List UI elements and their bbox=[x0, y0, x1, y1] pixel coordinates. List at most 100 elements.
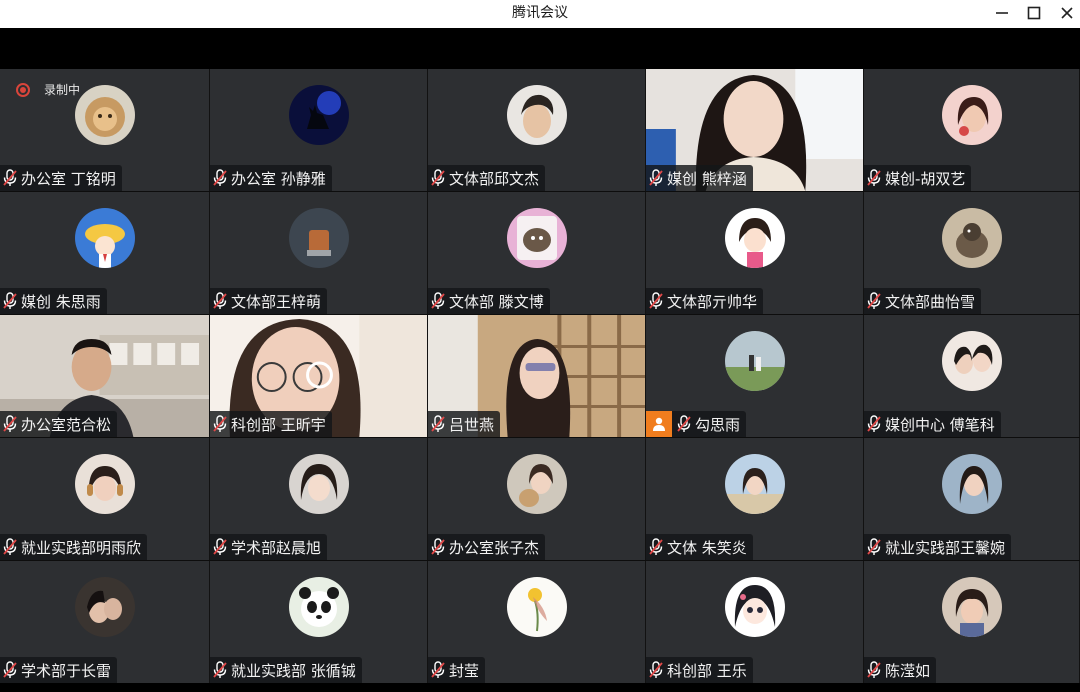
participant-name: 媒创 熊梓涵 bbox=[667, 169, 747, 188]
participant-nametag: 办公室 孙静雅 bbox=[210, 165, 332, 191]
avatar bbox=[74, 85, 135, 145]
mic-muted-icon bbox=[213, 292, 227, 309]
participant-nametag: 就业实践部 张循铖 bbox=[210, 657, 362, 683]
participant-tile[interactable]: 就业实践部 张循铖 bbox=[210, 561, 428, 683]
participant-name: 就业实践部 张循铖 bbox=[231, 661, 356, 680]
close-button[interactable] bbox=[1050, 0, 1080, 26]
participant-tile[interactable]: 吕世燕 bbox=[428, 315, 646, 437]
mic-muted-icon bbox=[3, 169, 17, 186]
participant-nametag: 媒创 朱思雨 bbox=[0, 288, 107, 314]
top-toolbar-area bbox=[0, 28, 1080, 69]
participant-tile[interactable]: 就业实践部明雨欣 bbox=[0, 438, 210, 560]
mic-muted-icon bbox=[867, 661, 881, 678]
participant-nametag: 陈滢如 bbox=[864, 657, 937, 683]
participant-tile[interactable]: 陈滢如 bbox=[864, 561, 1080, 683]
participant-tile[interactable]: 办公室 孙静雅 bbox=[210, 69, 428, 191]
avatar bbox=[724, 208, 785, 268]
mic-muted-icon bbox=[3, 415, 17, 432]
participant-name: 文体部王梓萌 bbox=[231, 292, 322, 311]
participant-tile[interactable]: 科创部 王乐 bbox=[646, 561, 864, 683]
mic-muted-icon bbox=[3, 538, 17, 555]
participant-name: 媒创中心 傅笔科 bbox=[885, 415, 995, 434]
participant-tile[interactable]: 文体部亓帅华 bbox=[646, 192, 864, 314]
mic-muted-icon bbox=[649, 292, 663, 309]
participant-name: 文体 朱笑炎 bbox=[667, 538, 747, 557]
recording-label: 录制中 bbox=[44, 83, 81, 97]
participant-tile[interactable]: 媒创 熊梓涵 bbox=[646, 69, 864, 191]
participant-nametag: 文体部亓帅华 bbox=[646, 288, 764, 314]
participant-nametag: 科创部 王昕宇 bbox=[210, 411, 332, 437]
mic-muted-icon bbox=[431, 415, 445, 432]
participant-name: 办公室范合松 bbox=[21, 415, 112, 434]
avatar bbox=[941, 454, 1002, 514]
participant-nametag: 媒创 熊梓涵 bbox=[646, 165, 753, 191]
participant-name: 文体部 滕文博 bbox=[449, 292, 544, 311]
participant-nametag: 就业实践部明雨欣 bbox=[0, 534, 148, 560]
participant-nametag: 文体部曲怡雪 bbox=[864, 288, 982, 314]
record-icon bbox=[16, 82, 30, 97]
participant-name: 文体部亓帅华 bbox=[667, 292, 758, 311]
participant-nametag: 勾思雨 bbox=[646, 411, 747, 437]
participant-nametag: 媒创中心 傅笔科 bbox=[864, 411, 1001, 437]
mic-muted-icon bbox=[867, 169, 881, 186]
participant-nametag: 吕世燕 bbox=[428, 411, 501, 437]
mic-muted-icon bbox=[649, 661, 663, 678]
avatar bbox=[288, 454, 349, 514]
mic-muted-icon bbox=[649, 538, 663, 555]
participant-nametag: 办公室张子杰 bbox=[428, 534, 546, 560]
participant-tile[interactable]: 媒创 朱思雨 bbox=[0, 192, 210, 314]
participant-name: 学术部于长雷 bbox=[21, 661, 112, 680]
mic-muted-icon bbox=[213, 538, 227, 555]
participant-nametag: 学术部于长雷 bbox=[0, 657, 118, 683]
participant-nametag: 封莹 bbox=[428, 657, 486, 683]
minimize-button[interactable] bbox=[985, 0, 1019, 26]
participant-tile[interactable]: 就业实践部王馨婉 bbox=[864, 438, 1080, 560]
host-user-icon bbox=[646, 411, 672, 437]
participant-tile[interactable]: 文体部王梓萌 bbox=[210, 192, 428, 314]
participant-name: 科创部 王乐 bbox=[667, 661, 747, 680]
participant-tile[interactable]: 媒创中心 傅笔科 bbox=[864, 315, 1080, 437]
bottom-bar bbox=[0, 683, 1080, 692]
avatar bbox=[506, 85, 567, 145]
avatar bbox=[288, 85, 349, 145]
participant-name: 封莹 bbox=[449, 661, 480, 680]
participant-tile[interactable]: 文体部 滕文博 bbox=[428, 192, 646, 314]
participant-name: 办公室张子杰 bbox=[449, 538, 540, 557]
participant-tile[interactable]: 办公室范合松 bbox=[0, 315, 210, 437]
avatar bbox=[506, 577, 567, 637]
avatar bbox=[724, 454, 785, 514]
avatar bbox=[724, 331, 785, 391]
participant-tile[interactable]: 学术部于长雷 bbox=[0, 561, 210, 683]
participant-nametag: 学术部赵晨旭 bbox=[210, 534, 328, 560]
participant-tile[interactable]: 封莹 bbox=[428, 561, 646, 683]
participant-tile[interactable]: 录制中办公室 丁铭明 bbox=[0, 69, 210, 191]
mic-muted-icon bbox=[431, 538, 445, 555]
participant-tile[interactable]: 文体 朱笑炎 bbox=[646, 438, 864, 560]
close-icon bbox=[1061, 7, 1073, 19]
participant-tile[interactable]: 办公室张子杰 bbox=[428, 438, 646, 560]
participant-tile[interactable]: 科创部 王昕宇 bbox=[210, 315, 428, 437]
participant-tile[interactable]: 学术部赵晨旭 bbox=[210, 438, 428, 560]
participant-nametag: 媒创-胡双艺 bbox=[864, 165, 972, 191]
participant-nametag: 办公室 丁铭明 bbox=[0, 165, 122, 191]
participant-nametag: 办公室范合松 bbox=[0, 411, 118, 437]
participant-name: 文体部邱文杰 bbox=[449, 169, 540, 188]
title-bar: 腾讯会议 bbox=[0, 0, 1080, 28]
participant-grid: 录制中 办公室 丁铭明 办公室 孙静雅 文体部邱文杰 媒创 熊梓涵 媒创-胡双艺 媒创 朱思… bbox=[0, 69, 1080, 683]
participant-tile[interactable]: 媒创-胡双艺 bbox=[864, 69, 1080, 191]
participant-name: 媒创-胡双艺 bbox=[885, 169, 966, 188]
avatar bbox=[506, 454, 567, 514]
avatar bbox=[288, 208, 349, 268]
participant-nametag: 文体部 滕文博 bbox=[428, 288, 550, 314]
participant-name: 勾思雨 bbox=[695, 415, 741, 434]
maximize-button[interactable] bbox=[1017, 0, 1051, 26]
participant-tile[interactable]: 勾思雨 bbox=[646, 315, 864, 437]
mic-muted-icon bbox=[431, 169, 445, 186]
participant-tile[interactable]: 文体部曲怡雪 bbox=[864, 192, 1080, 314]
participant-name: 就业实践部明雨欣 bbox=[21, 538, 142, 557]
participant-tile[interactable]: 文体部邱文杰 bbox=[428, 69, 646, 191]
avatar bbox=[74, 577, 135, 637]
participant-name: 陈滢如 bbox=[885, 661, 931, 680]
maximize-icon bbox=[1027, 6, 1041, 20]
window-title: 腾讯会议 bbox=[512, 5, 568, 21]
